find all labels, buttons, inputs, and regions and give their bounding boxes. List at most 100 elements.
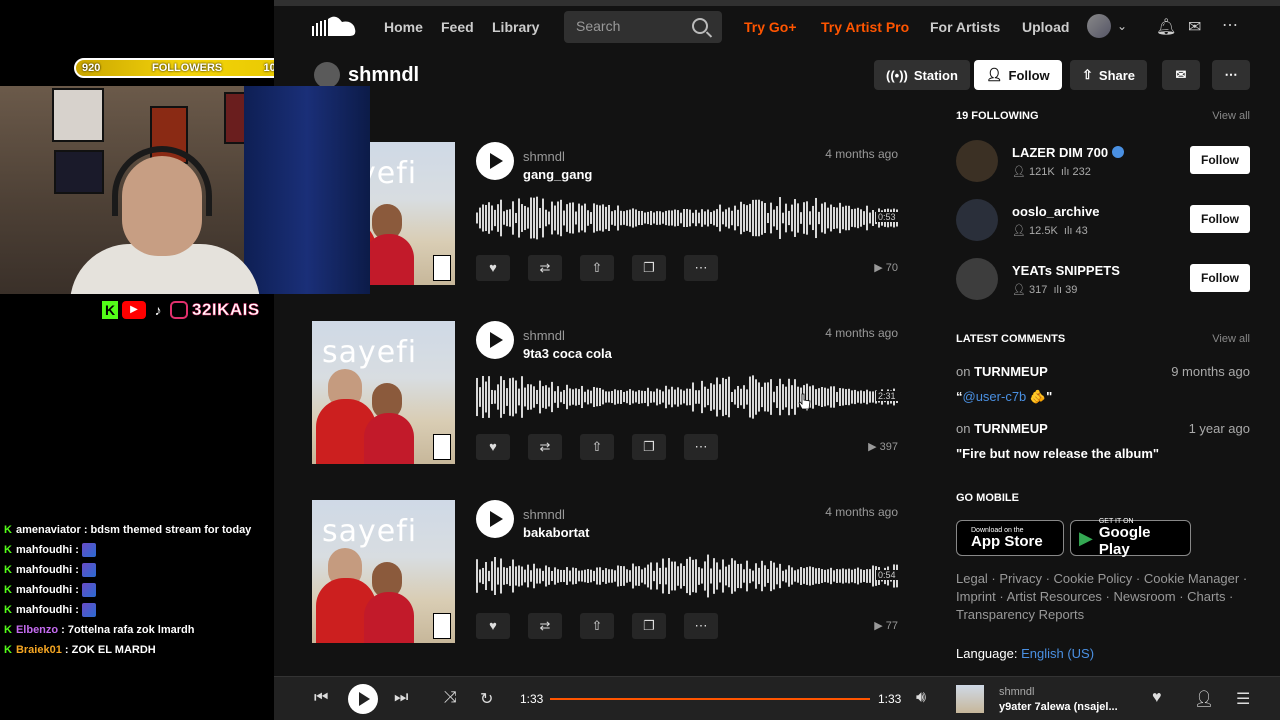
following-name-text: ooslo_archive: [1012, 204, 1100, 219]
chat-username[interactable]: mahfoudhi: [16, 564, 72, 576]
track-title[interactable]: 9ta3 coca cola: [523, 346, 612, 361]
comment-source[interactable]: on TURNMEUP: [956, 364, 1048, 379]
station-button[interactable]: ((•)) Station: [874, 60, 970, 90]
comments-view-all-link[interactable]: View all: [1212, 333, 1250, 345]
bell-icon[interactable]: 🔔︎: [1156, 17, 1176, 37]
waveform-bar: [482, 567, 484, 585]
more-icon[interactable]: ⋯: [684, 613, 718, 639]
track-title[interactable]: bakabortat: [523, 525, 589, 540]
following-avatar[interactable]: [956, 199, 998, 241]
track-play-button[interactable]: [476, 500, 514, 538]
progress-bar[interactable]: [550, 698, 870, 700]
repost-icon[interactable]: ⇄: [528, 255, 562, 281]
track-artist[interactable]: shmndl: [523, 149, 565, 164]
upload-link[interactable]: Upload: [1022, 19, 1069, 35]
search-icon[interactable]: [692, 18, 708, 34]
waveform-bar: [488, 202, 490, 234]
google-play-badge[interactable]: ▶ GET IT ON Google Play: [1070, 518, 1191, 558]
track-artist[interactable]: shmndl: [523, 507, 565, 522]
following-name[interactable]: YEATs SNIPPETS: [1012, 263, 1120, 278]
follow-user-button[interactable]: Follow: [1190, 264, 1250, 292]
track-artist[interactable]: shmndl: [523, 328, 565, 343]
following-name[interactable]: LAZER DIM 700: [1012, 145, 1125, 160]
following-avatar[interactable]: [956, 140, 998, 182]
for-artists-link[interactable]: For Artists: [930, 19, 1000, 35]
share-icon[interactable]: ⇧: [580, 613, 614, 639]
chat-username[interactable]: Braiek01: [16, 644, 62, 656]
track-waveform[interactable]: [476, 192, 898, 244]
share-icon[interactable]: ⇧: [580, 434, 614, 460]
queue-icon[interactable]: ☰: [1236, 689, 1250, 709]
track-artwork[interactable]: sayefi: [312, 321, 455, 464]
follow-user-button[interactable]: Follow: [1190, 146, 1250, 174]
waveform-bar: [752, 570, 754, 582]
waveform-bar: [569, 202, 571, 234]
next-track-icon[interactable]: ⏭︎: [394, 689, 408, 707]
copy-link-icon[interactable]: ❐: [632, 613, 666, 639]
comment-mention[interactable]: @user-c7b: [963, 389, 1027, 404]
comment-source[interactable]: on TURNMEUP: [956, 421, 1048, 436]
like-icon[interactable]: ♥: [476, 255, 510, 281]
waveform-bar: [815, 197, 817, 239]
following-view-all-link[interactable]: View all: [1212, 110, 1250, 122]
search-input[interactable]: [576, 18, 686, 34]
volume-icon[interactable]: 🔊︎: [916, 689, 926, 707]
copy-link-icon[interactable]: ❐: [632, 255, 666, 281]
waveform-bar: [812, 205, 814, 231]
more-icon[interactable]: ⋯: [684, 434, 718, 460]
chat-username[interactable]: amenaviator: [16, 524, 81, 536]
follow-user-icon[interactable]: 👤︎: [1194, 689, 1214, 709]
language-link[interactable]: English (US): [1021, 646, 1094, 661]
previous-track-icon[interactable]: ⏮︎: [314, 689, 328, 707]
language-selector[interactable]: Language: English (US): [956, 646, 1094, 661]
app-store-badge[interactable]: Download on the App Store: [956, 520, 1064, 556]
nav-library[interactable]: Library: [492, 19, 539, 35]
comment-track-link[interactable]: TURNMEUP: [974, 364, 1048, 379]
waveform-bar: [638, 390, 640, 404]
more-icon[interactable]: ⋯: [1222, 15, 1238, 35]
nav-home[interactable]: Home: [384, 19, 423, 35]
soundcloud-logo-icon[interactable]: [312, 16, 358, 38]
track-waveform[interactable]: [476, 371, 898, 423]
user-avatar[interactable]: [1087, 14, 1111, 38]
chat-username[interactable]: mahfoudhi: [16, 584, 72, 596]
following-name[interactable]: ooslo_archive: [1012, 204, 1099, 219]
follow-button[interactable]: 👤︎ Follow: [974, 60, 1062, 90]
chat-username[interactable]: Elbenzo: [16, 624, 58, 636]
following-avatar[interactable]: [956, 258, 998, 300]
share-icon[interactable]: ⇧: [580, 255, 614, 281]
follow-user-button[interactable]: Follow: [1190, 205, 1250, 233]
repost-icon[interactable]: ⇄: [528, 613, 562, 639]
like-icon[interactable]: ♥: [476, 434, 510, 460]
share-button[interactable]: ⇧ Share: [1070, 60, 1148, 90]
now-playing-title[interactable]: y9ater 7alewa (nsajel...: [999, 701, 1118, 713]
chat-username[interactable]: mahfoudhi: [16, 604, 72, 616]
chat-username[interactable]: mahfoudhi: [16, 544, 72, 556]
copy-link-icon[interactable]: ❐: [632, 434, 666, 460]
message-button[interactable]: ✉: [1162, 60, 1200, 90]
try-go-plus-link[interactable]: Try Go+: [744, 19, 797, 35]
try-artist-pro-link[interactable]: Try Artist Pro: [821, 19, 909, 35]
repost-icon[interactable]: ⇄: [528, 434, 562, 460]
repeat-icon[interactable]: ↻: [480, 689, 493, 709]
comment-track-link[interactable]: TURNMEUP: [974, 421, 1048, 436]
mail-icon[interactable]: ✉: [1188, 17, 1201, 37]
more-icon[interactable]: ⋯: [684, 255, 718, 281]
now-playing-artist[interactable]: shmndl: [999, 686, 1034, 698]
track-play-button[interactable]: [476, 321, 514, 359]
nav-feed[interactable]: Feed: [441, 19, 474, 35]
track-artwork[interactable]: sayefi: [312, 500, 455, 643]
track-play-button[interactable]: [476, 142, 514, 180]
shuffle-icon[interactable]: ⤨: [444, 689, 457, 707]
waveform-bar: [752, 199, 754, 237]
track-title[interactable]: gang_gang: [523, 167, 592, 182]
now-playing-artwork[interactable]: [956, 685, 984, 713]
follow-label: Follow: [1008, 67, 1050, 83]
like-icon[interactable]: ♥: [1152, 689, 1162, 707]
chevron-down-icon[interactable]: ⌄: [1117, 19, 1127, 33]
footer-links[interactable]: Legal · Privacy · Cookie Policy · Cookie…: [956, 570, 1250, 624]
more-options-button[interactable]: ⋯: [1212, 60, 1250, 90]
like-icon[interactable]: ♥: [476, 613, 510, 639]
track-waveform[interactable]: [476, 550, 898, 602]
play-button[interactable]: [348, 684, 378, 714]
